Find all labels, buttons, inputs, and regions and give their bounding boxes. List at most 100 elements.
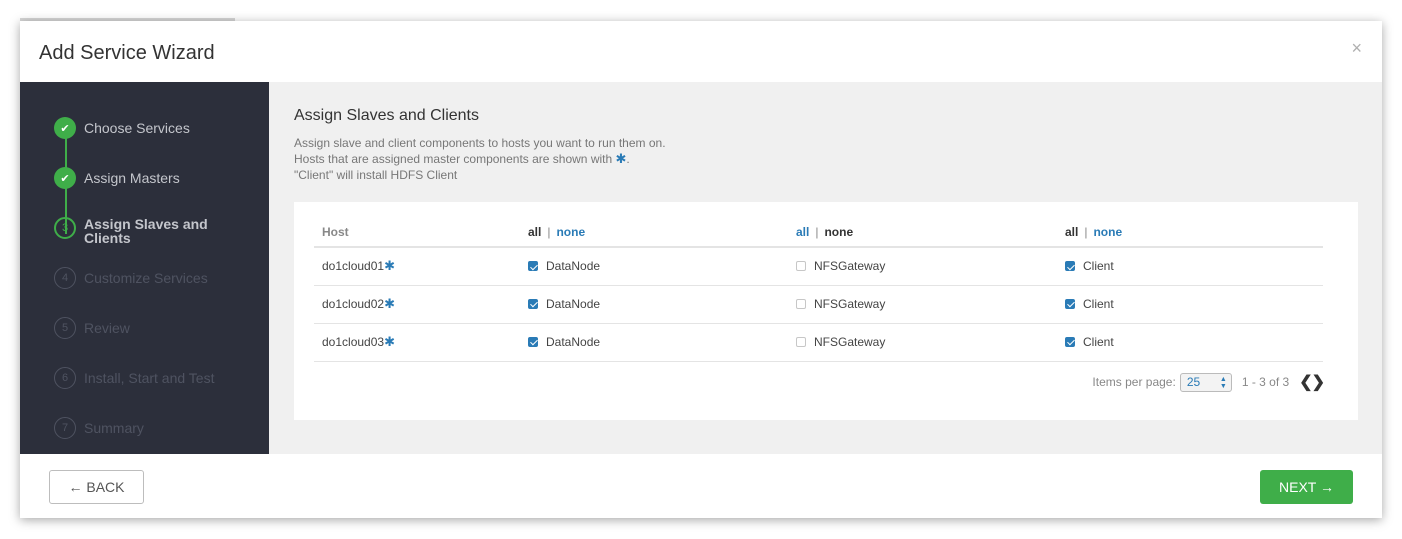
page-range: 1 - 3 of 3 <box>1241 375 1290 389</box>
nfsgateway-checkbox[interactable] <box>796 298 806 309</box>
table-row: do1cloud02✱ DataNode NFSGateway Client <box>314 285 1323 324</box>
step-number: 4 <box>54 267 76 289</box>
client-cell: Client <box>1057 323 1323 362</box>
check-icon: ✔ <box>54 167 76 189</box>
description-line: Assign slave and client components to ho… <box>294 136 666 150</box>
client-cell: Client <box>1057 247 1323 286</box>
wizard-steps-sidebar: ✔ Choose Services ✔ Assign Masters 3 Ass… <box>20 82 269 454</box>
nfsgateway-cell: NFSGateway <box>788 323 1057 362</box>
description-text: Hosts that are assigned master component… <box>294 152 613 166</box>
next-button[interactable]: NEXT → <box>1260 470 1353 504</box>
close-icon[interactable]: × <box>1351 39 1362 57</box>
section-description: Assign slave and client components to ho… <box>294 135 666 183</box>
step-number: 5 <box>54 317 76 339</box>
host-cell: do1cloud01✱ <box>314 247 520 286</box>
modal-header: Add Service Wizard × <box>20 21 1382 82</box>
nfsgateway-checkbox[interactable] <box>796 261 806 272</box>
client-cell: Client <box>1057 285 1323 324</box>
checkbox-label: DataNode <box>546 259 601 274</box>
master-asterisk-icon: ✱ <box>384 258 395 274</box>
modal-footer: ← BACK NEXT → <box>20 454 1382 518</box>
host-cell: do1cloud03✱ <box>314 323 520 362</box>
client-checkbox[interactable] <box>1065 298 1075 309</box>
pagination-nav: ❮❯ <box>1299 372 1325 392</box>
checkbox-label: Client <box>1083 297 1114 311</box>
datanode-checkbox[interactable] <box>528 336 538 347</box>
previous-page-icon[interactable]: ❮ <box>1299 374 1312 391</box>
separator: | <box>1084 225 1088 239</box>
separator: | <box>547 225 551 239</box>
next-page-icon[interactable]: ❯ <box>1312 374 1325 391</box>
checkbox-label: NFSGateway <box>814 297 886 311</box>
master-asterisk-icon: ✱ <box>615 151 627 166</box>
select-arrows-icon: ▲ ▼ <box>1219 375 1227 390</box>
step-label: Review <box>84 320 130 336</box>
client-column-header: all | none <box>1057 218 1323 248</box>
datanode-cell: DataNode <box>520 323 788 362</box>
checkbox-label: DataNode <box>546 335 601 349</box>
datanode-column-header: all | none <box>520 218 788 248</box>
nfsgateway-checkbox[interactable] <box>796 336 806 347</box>
modal-title: Add Service Wizard <box>39 42 215 64</box>
datanode-select-all[interactable]: all <box>528 225 541 239</box>
step-label: Install, Start and Test <box>84 370 215 386</box>
master-asterisk-icon: ✱ <box>384 334 395 349</box>
items-per-page-select[interactable]: 25 ▲ ▼ <box>1179 372 1232 392</box>
table-row: do1cloud03✱ DataNode NFSGateway Client <box>314 323 1323 362</box>
add-service-wizard-modal: Add Service Wizard × ✔ Choose Services ✔… <box>20 21 1382 518</box>
client-select-all[interactable]: all <box>1065 225 1078 239</box>
checkbox-label: NFSGateway <box>814 259 886 274</box>
step-number: 6 <box>54 367 76 389</box>
checkbox-label: Client <box>1083 259 1114 274</box>
step-label: Assign Masters <box>84 170 180 186</box>
step-assign-masters: ✔ Assign Masters <box>54 167 180 189</box>
check-icon: ✔ <box>54 117 76 139</box>
host-name: do1cloud02 <box>322 297 385 311</box>
step-label: Summary <box>84 420 144 436</box>
description-line: "Client" will install HDFS Client <box>294 168 458 182</box>
pagination: Items per page: 25 ▲ ▼ 1 - 3 of 3 ❮❯ <box>1092 372 1325 392</box>
nfsgateway-column-header: all | none <box>788 218 1057 248</box>
datanode-cell: DataNode <box>520 247 788 286</box>
hosts-table: Host all | none all | none all | none do… <box>314 218 1323 362</box>
checkbox-label: Client <box>1083 335 1114 349</box>
host-name: do1cloud01 <box>322 259 385 274</box>
table-header-row: Host all | none all | none all | none <box>314 218 1323 248</box>
datanode-checkbox[interactable] <box>528 298 538 309</box>
items-per-page-label: Items per page: <box>1092 375 1176 389</box>
step-label: Assign Slaves and Clients <box>84 216 208 246</box>
host-column-header: Host <box>314 218 520 248</box>
nfsgateway-cell: NFSGateway <box>788 285 1057 324</box>
step-label: Customize Services <box>84 270 208 286</box>
step-assign-slaves-clients: 3 Assign Slaves and Clients <box>54 217 214 245</box>
checkbox-label: NFSGateway <box>814 335 886 349</box>
step-number: 7 <box>54 417 76 439</box>
step-install-start-test: 6 Install, Start and Test <box>54 367 214 389</box>
step-label: Choose Services <box>84 120 190 136</box>
separator: | <box>815 225 819 239</box>
datanode-select-none[interactable]: none <box>556 225 585 239</box>
back-button[interactable]: ← BACK <box>49 470 144 504</box>
checkbox-label: DataNode <box>546 297 601 311</box>
modal-body: ✔ Choose Services ✔ Assign Masters 3 Ass… <box>20 82 1382 454</box>
step-review: 5 Review <box>54 317 130 339</box>
client-checkbox[interactable] <box>1065 336 1075 347</box>
step-number: 3 <box>54 217 76 239</box>
section-title: Assign Slaves and Clients <box>294 107 479 124</box>
client-select-none[interactable]: none <box>1093 225 1122 239</box>
step-choose-services: ✔ Choose Services <box>54 117 190 139</box>
nfsgateway-cell: NFSGateway <box>788 247 1057 286</box>
step-content: Assign Slaves and Clients Assign slave a… <box>269 82 1382 454</box>
description-line: Hosts that are assigned master component… <box>294 151 666 167</box>
description-text: . <box>626 152 630 166</box>
datanode-checkbox[interactable] <box>528 261 538 272</box>
nfsgateway-select-all[interactable]: all <box>796 225 809 239</box>
client-checkbox[interactable] <box>1065 261 1075 272</box>
datanode-cell: DataNode <box>520 285 788 324</box>
nfsgateway-select-none[interactable]: none <box>824 225 853 239</box>
items-per-page-value: 25 <box>1186 375 1201 389</box>
master-asterisk-icon: ✱ <box>384 296 395 311</box>
assignment-panel: Host all | none all | none all | none do… <box>294 202 1358 420</box>
step-customize-services: 4 Customize Services <box>54 267 208 289</box>
host-cell: do1cloud02✱ <box>314 285 520 324</box>
